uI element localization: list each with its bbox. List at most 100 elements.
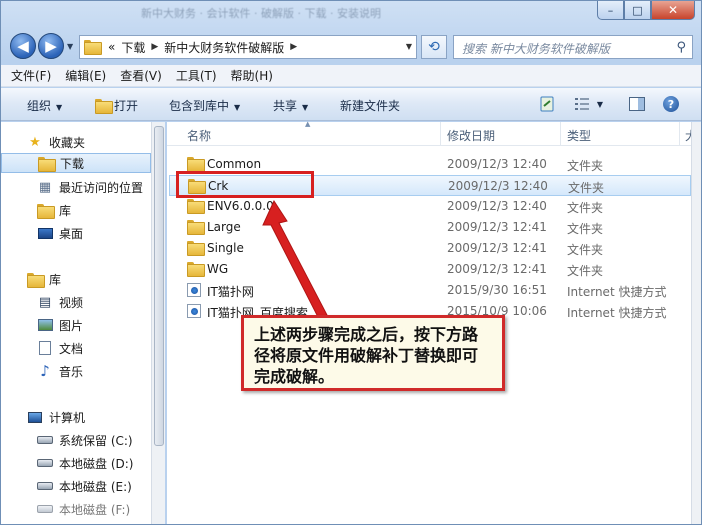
menu-view[interactable]: 查看(V) (120, 67, 162, 84)
new-folder-button[interactable]: 新建文件夹 (340, 97, 400, 114)
file-name: Large (207, 220, 241, 234)
address-bar[interactable]: « 下载 ▶ 新中大财务软件破解版 ▶ ▼ (79, 35, 417, 59)
nav-item-recent[interactable]: ▦ 最近访问的位置 (1, 177, 151, 197)
chevron-down-icon: ▼ (234, 103, 241, 112)
music-icon: ♪ (40, 362, 50, 380)
title-bar[interactable]: 新中大财务 · 会计软件 · 破解版 · 下载 · 安装说明 – □ ✕ (1, 1, 701, 29)
chevron-right-icon[interactable]: ▶ (290, 42, 297, 52)
file-type: 文件夹 (567, 159, 604, 173)
minimize-button[interactable]: – (597, 1, 624, 20)
back-button[interactable]: ◀ (10, 33, 36, 59)
nav-pictures-label: 图片 (59, 318, 84, 333)
folder-icon (187, 220, 205, 235)
file-type: Internet 快捷方式 (567, 306, 667, 320)
sort-ascending-icon: ▲ (305, 120, 311, 128)
maximize-button[interactable]: □ (624, 1, 651, 20)
computer-icon (27, 410, 43, 424)
nav-item-library[interactable]: 库 (1, 200, 151, 220)
nav-scrollbar-thumb[interactable] (154, 126, 164, 446)
internet-shortcut-icon (187, 304, 203, 318)
system-drive-icon (37, 433, 53, 447)
details-view-icon (574, 98, 589, 110)
file-row[interactable]: ENV6.0.0.0 2009/12/3 12:40 文件夹 (169, 196, 691, 217)
address-dropdown-icon[interactable]: ▼ (406, 42, 412, 51)
column-type[interactable]: 类型 (567, 127, 591, 144)
file-list-scrollbar[interactable] (691, 122, 701, 524)
nav-computer[interactable]: 计算机 (1, 407, 151, 427)
caption-buttons: – □ ✕ (597, 1, 695, 20)
folder-open-icon (95, 99, 113, 114)
search-input[interactable]: 搜索 新中大财务软件破解版 ⚲ (453, 35, 693, 59)
share-button[interactable]: 共享 ▼ (273, 97, 308, 114)
nav-downloads-label: 下载 (60, 156, 85, 171)
recent-pages-dropdown[interactable]: ▼ (67, 42, 73, 51)
nav-drive-e[interactable]: 本地磁盘 (E:) (1, 476, 151, 496)
nav-item-desktop[interactable]: 桌面 (1, 223, 151, 243)
forward-button[interactable]: ▶ (38, 33, 64, 59)
internet-shortcut-icon (187, 283, 203, 297)
menu-file[interactable]: 文件(F) (11, 67, 51, 84)
view-options-button[interactable]: ▼ (571, 95, 607, 113)
nav-scrollbar[interactable] (151, 122, 165, 524)
hard-drive-icon (37, 479, 53, 493)
organize-button[interactable]: 组织 ▼ (27, 97, 62, 114)
column-name[interactable]: 名称 (187, 127, 211, 144)
explorer-window: 新中大财务 · 会计软件 · 破解版 · 下载 · 安装说明 – □ ✕ ◀ ▶… (0, 0, 702, 525)
share-label: 共享 (273, 99, 298, 113)
address-segment-downloads[interactable]: 下载 (121, 39, 145, 56)
menu-edit[interactable]: 编辑(E) (65, 67, 106, 84)
folder-icon (187, 199, 205, 214)
chevron-right-icon[interactable]: ▶ (151, 42, 158, 52)
help-button[interactable]: ? (661, 95, 681, 113)
organize-label: 组织 (27, 99, 52, 113)
hard-drive-icon (37, 502, 53, 516)
address-segment-folder[interactable]: 新中大财务软件破解版 (164, 39, 284, 56)
chevron-down-icon: ▼ (302, 103, 309, 112)
nav-drive-c[interactable]: 系统保留 (C:) (1, 430, 151, 450)
picture-icon (37, 318, 53, 332)
preview-pane-button[interactable] (627, 95, 647, 113)
chevron-down-icon: ▼ (596, 99, 604, 109)
nav-favorites[interactable]: ★ 收藏夹 (1, 132, 151, 152)
nav-item-music[interactable]: ♪ 音乐 (1, 361, 151, 381)
folder-icon (187, 157, 205, 172)
menu-tools[interactable]: 工具(T) (176, 67, 217, 84)
nav-item-pictures[interactable]: 图片 (1, 315, 151, 335)
refresh-button[interactable]: ⟲ (421, 35, 447, 59)
address-overflow[interactable]: « (108, 40, 115, 54)
nav-libraries[interactable]: 库 (1, 269, 151, 289)
file-name: ENV6.0.0.0 (207, 199, 274, 213)
file-row[interactable]: IT猫扑网 2015/9/30 16:51 Internet 快捷方式 (169, 280, 691, 301)
nav-drive-f[interactable]: 本地磁盘 (F:) (1, 499, 151, 519)
refresh-icon: ⟲ (428, 39, 440, 55)
menu-help[interactable]: 帮助(H) (231, 67, 273, 84)
nav-library-label: 库 (59, 203, 72, 218)
nav-drive-d-label: 本地磁盘 (D:) (59, 456, 134, 471)
nav-computer-label: 计算机 (49, 410, 86, 425)
recent-places-icon: ▦ (38, 179, 52, 195)
shortcut-icon[interactable] (537, 95, 557, 113)
nav-item-videos[interactable]: ▤ 视频 (1, 292, 151, 312)
libraries-icon (27, 272, 45, 288)
open-button[interactable]: 打开 (95, 97, 138, 114)
file-date: 2009/12/3 12:41 (447, 241, 547, 255)
file-type: 文件夹 (568, 181, 605, 195)
file-type: 文件夹 (567, 243, 604, 257)
nav-drive-d[interactable]: 本地磁盘 (D:) (1, 453, 151, 473)
nav-recent-label: 最近访问的位置 (59, 180, 144, 195)
nav-documents-label: 文档 (59, 341, 84, 356)
open-label: 打开 (114, 99, 139, 113)
file-row[interactable]: Large 2009/12/3 12:41 文件夹 (169, 217, 691, 238)
annotation-text: 上述两步骤完成之后，按下方路径将原文件用破解补丁替换即可完成破解。 (254, 325, 479, 386)
close-button[interactable]: ✕ (651, 1, 695, 20)
nav-item-downloads[interactable]: 下载 (1, 153, 151, 173)
file-date: 2009/12/3 12:41 (447, 262, 547, 276)
star-icon: ★ (29, 134, 41, 150)
nav-item-documents[interactable]: 文档 (1, 338, 151, 358)
chevron-down-icon: ▼ (56, 103, 63, 112)
file-row[interactable]: WG 2009/12/3 12:41 文件夹 (169, 259, 691, 280)
column-date[interactable]: 修改日期 (447, 127, 495, 144)
include-in-library-button[interactable]: 包含到库中 ▼ (169, 97, 240, 114)
file-row[interactable]: Single 2009/12/3 12:41 文件夹 (169, 238, 691, 259)
search-icon[interactable]: ⚲ (676, 40, 686, 55)
